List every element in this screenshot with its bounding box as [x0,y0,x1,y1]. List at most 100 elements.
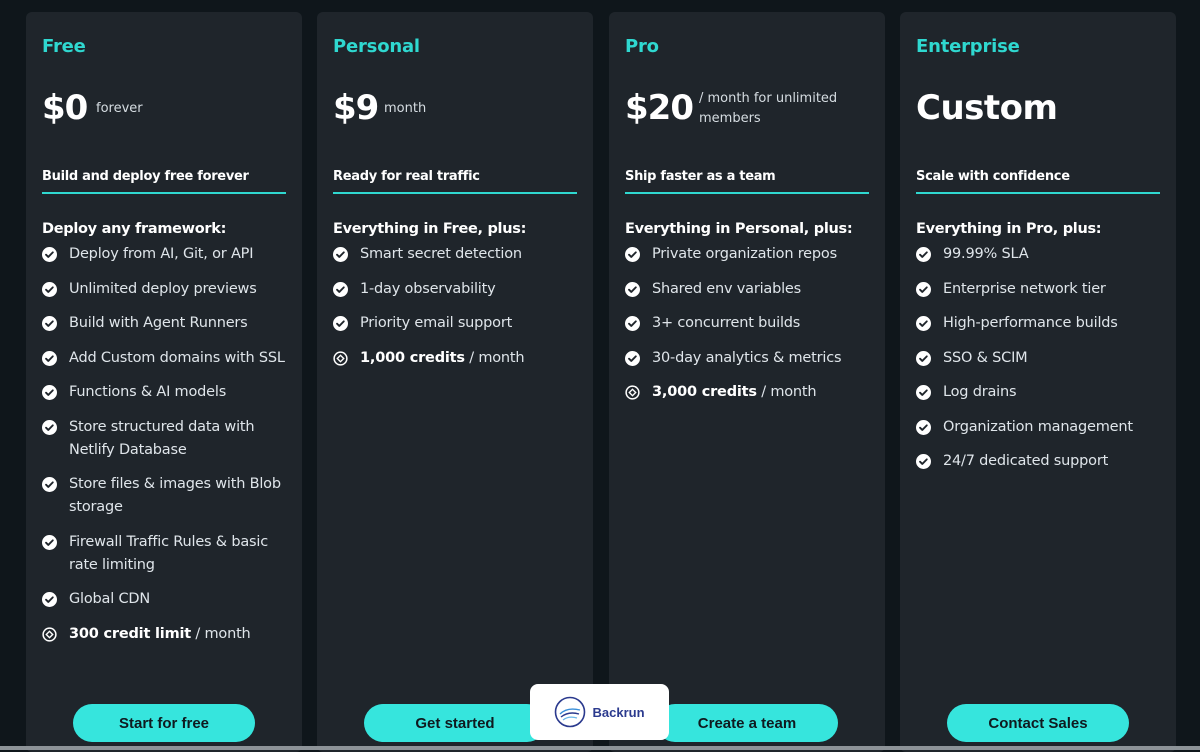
credit-suffix: / month [464,349,525,366]
check-circle-icon [42,247,57,262]
check-circle-icon [42,385,57,400]
check-circle-icon [916,350,931,366]
divider [625,192,869,194]
backrun-badge[interactable]: Backrun [530,684,669,740]
divider [333,192,577,194]
feature-label: Organization management [943,418,1133,435]
plan-tagline: Ship faster as a team [625,169,776,184]
credit-item: 3,000 credits / month [625,381,875,404]
plan-name: Personal [333,36,420,57]
credit-item: 1,000 credits / month [333,347,583,370]
feature-item: Private organization repos [625,243,875,266]
plan-card-pro: Pro $20 / month for unlimited members Sh… [609,12,885,752]
credit-amount: 300 credit limit [69,625,191,642]
check-circle-icon [333,316,348,331]
feature-label: Enterprise network tier [943,280,1106,297]
plan-card-personal: Personal $9 month Ready for real traffic… [317,12,593,752]
feature-label: High-performance builds [943,315,1118,331]
features-title: Everything in Pro, plus: [916,221,1102,237]
check-circle-icon [625,316,640,331]
divider [916,192,1160,194]
divider [42,192,286,194]
feature-item: Smart secret detection [333,243,583,266]
check-circle-icon [42,350,57,366]
credit-coin-icon [333,350,348,366]
check-circle-icon [916,385,931,400]
feature-label: Functions & AI models [69,384,227,400]
get-started-button[interactable]: Get started [364,704,546,742]
plan-period: forever [96,101,143,116]
check-circle-icon [42,477,57,492]
check-circle-icon [333,247,348,262]
plan-name: Free [42,36,86,57]
plan-price: Custom [916,88,1058,128]
feature-item: Build with Agent Runners [42,312,292,335]
feature-list: Smart secret detection 1-day observabili… [333,243,583,381]
feature-item: 99.99% SLA [916,243,1166,266]
plan-tagline: Ready for real traffic [333,169,480,184]
feature-item: Functions & AI models [42,381,292,404]
feature-list: Private organization repos Shared env va… [625,243,875,416]
credit-coin-icon [42,626,57,642]
feature-item: Global CDN [42,588,292,611]
create-a-team-button[interactable]: Create a team [656,704,838,742]
credit-coin-icon [625,385,640,400]
feature-item: Enterprise network tier [916,278,1166,301]
check-circle-icon [916,454,931,469]
check-circle-icon [625,281,640,297]
check-circle-icon [625,247,640,262]
plan-period: month [384,101,427,116]
feature-item: Unlimited deploy previews [42,278,292,301]
feature-item: Store structured data with Netlify Datab… [42,416,292,462]
features-title: Everything in Personal, plus: [625,221,853,237]
check-circle-icon [42,592,57,607]
feature-item: Log drains [916,381,1166,404]
contact-sales-button[interactable]: Contact Sales [947,704,1129,742]
feature-item: Deploy from AI, Git, or API [42,243,292,266]
bottom-edge [0,746,1200,750]
plan-tagline: Scale with confidence [916,169,1070,184]
feature-label: 24/7 dedicated support [943,453,1109,469]
feature-item: SSO & SCIM [916,347,1166,370]
feature-label: 1-day observability [360,280,496,297]
credit-amount: 3,000 credits [652,384,757,400]
feature-item: High-performance builds [916,312,1166,335]
plan-card-free: Free $0 forever Build and deploy free fo… [26,12,302,752]
feature-label: 3+ concurrent builds [652,315,801,331]
feature-item: Priority email support [333,312,583,335]
check-circle-icon [916,247,931,262]
feature-label: Private organization repos [652,246,837,262]
plan-period: / month for unlimited members [699,91,838,126]
feature-label: 30-day analytics & metrics [652,349,842,366]
credit-amount: 1,000 credits [360,349,465,366]
feature-item: Add Custom domains with SSL [42,347,292,370]
feature-item: Firewall Traffic Rules & basic rate limi… [42,531,292,577]
plan-tagline: Build and deploy free forever [42,169,249,184]
credit-suffix: / month [190,625,251,642]
plan-name: Enterprise [916,36,1020,57]
check-circle-icon [42,281,57,297]
feature-label: Priority email support [360,315,513,331]
plan-price: $0 [42,88,88,128]
check-circle-icon [916,419,931,435]
check-circle-icon [333,281,348,297]
pricing-plans: Free $0 forever Build and deploy free fo… [26,12,1177,752]
badge-label: Backrun [592,704,645,720]
feature-item: Organization management [916,416,1166,439]
check-circle-icon [916,281,931,297]
feature-item: Store files & images with Blob storage [42,473,292,519]
features-title: Deploy any framework: [42,221,227,237]
feature-label: Global CDN [69,591,150,607]
feature-label: Smart secret detection [360,246,522,262]
feature-label: Firewall Traffic Rules & basic rate limi… [69,533,268,573]
feature-label: Build with Agent Runners [69,315,248,331]
check-circle-icon [625,350,640,366]
feature-label: Add Custom domains with SSL [69,349,285,366]
feature-label: Store structured data with Netlify Datab… [69,418,255,458]
check-circle-icon [42,316,57,331]
feature-label: Log drains [943,384,1017,400]
check-circle-icon [42,419,57,435]
start-for-free-button[interactable]: Start for free [73,704,255,742]
credit-item: 300 credit limit / month [42,623,292,646]
plan-card-enterprise: Enterprise Custom Scale with confidence … [900,12,1176,752]
